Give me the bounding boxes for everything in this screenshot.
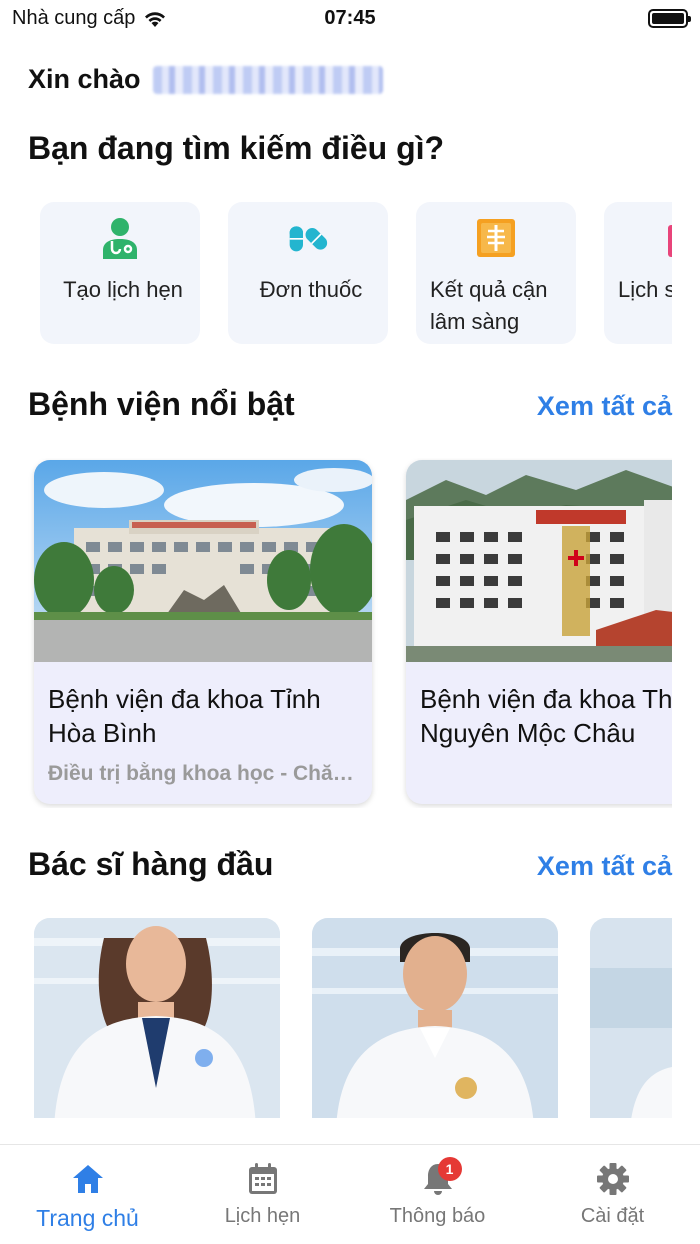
history-icon bbox=[664, 216, 672, 260]
hospital-name-line: Bệnh viện đa khoa Thảo bbox=[420, 684, 672, 714]
home-icon bbox=[0, 1159, 175, 1199]
hospitals-see-all-link[interactable]: Xem tất cả bbox=[537, 391, 672, 422]
xray-icon bbox=[476, 216, 516, 260]
quick-action-label: Tạo lịch hẹn bbox=[63, 277, 183, 302]
quick-action-prescription[interactable]: Đơn thuốc bbox=[228, 202, 388, 344]
notification-badge: 1 bbox=[437, 1157, 462, 1181]
bell-icon: 1 bbox=[350, 1157, 525, 1199]
hospital-photo bbox=[406, 460, 672, 662]
doctor-card[interactable] bbox=[590, 918, 672, 1118]
greeting: Xin chào bbox=[28, 64, 383, 95]
quick-action-history[interactable]: Lịch sử khám bbox=[604, 202, 672, 344]
tab-label: Cài đặt bbox=[580, 1205, 645, 1227]
tab-notifications[interactable]: 1 Thông báo bbox=[350, 1157, 525, 1228]
tab-home[interactable]: Trang chủ bbox=[0, 1159, 175, 1232]
gear-icon bbox=[525, 1159, 700, 1199]
doctor-carousel bbox=[0, 916, 672, 1118]
tab-label: Trang chủ bbox=[36, 1205, 139, 1231]
search-section-title: Bạn đang tìm kiếm điều gì? bbox=[28, 130, 445, 166]
hospital-card[interactable]: Bệnh viện đa khoa Tỉnh Hòa Bình Điều trị… bbox=[34, 460, 372, 804]
doctor-card[interactable] bbox=[34, 918, 280, 1118]
tab-appointments[interactable]: Lịch hẹn bbox=[175, 1159, 350, 1228]
quick-action-label: Đơn thuốc bbox=[259, 277, 363, 302]
tab-label: Lịch hẹn bbox=[224, 1205, 301, 1227]
user-name-redacted bbox=[152, 65, 383, 94]
pill-icon bbox=[288, 216, 328, 260]
hospital-card[interactable]: Bệnh viện đa khoa Thảo Nguyên Mộc Châu bbox=[406, 460, 672, 804]
hospital-name: Bệnh viện đa khoa Tỉnh Hòa Bình bbox=[48, 682, 362, 750]
doctor-icon bbox=[100, 216, 140, 260]
doctors-see-all-link[interactable]: Xem tất cả bbox=[537, 851, 672, 882]
hospitals-section-title: Bệnh viện nổi bật bbox=[28, 386, 295, 422]
doctor-photo bbox=[34, 918, 280, 1118]
doctor-photo bbox=[590, 918, 672, 1118]
clock: 07:45 bbox=[324, 7, 376, 29]
calendar-icon bbox=[175, 1159, 350, 1199]
doctor-photo bbox=[312, 918, 558, 1118]
hospital-carousel: Bệnh viện đa khoa Tỉnh Hòa Bình Điều trị… bbox=[0, 458, 672, 808]
battery-icon bbox=[648, 9, 691, 28]
quick-action-label: Lịch sử khám bbox=[618, 277, 672, 302]
quick-actions: Tạo lịch hẹn Đơn thuốc Kết quả cận lâm s… bbox=[0, 202, 672, 346]
doctors-section-title: Bác sĩ hàng đầu bbox=[28, 846, 274, 882]
hospital-name-line: Nguyên Mộc Châu bbox=[420, 718, 636, 748]
hospital-name-line: Bệnh viện đa khoa Tỉnh bbox=[48, 684, 321, 714]
status-bar: Nhà cung cấp 07:45 bbox=[0, 0, 700, 40]
doctor-card[interactable] bbox=[312, 918, 558, 1118]
hospital-description: Điều trị bằng khoa học - Chăm sóc bằng y… bbox=[48, 762, 360, 785]
quick-action-lab-results[interactable]: Kết quả cận lâm sàng bbox=[416, 202, 576, 344]
hospital-name-line: Hòa Bình bbox=[48, 718, 157, 748]
bottom-tab-bar: Trang chủ Lịch hẹn 1 Thông báo Cài đặt bbox=[0, 1144, 700, 1244]
tab-settings[interactable]: Cài đặt bbox=[525, 1159, 700, 1228]
hospital-photo bbox=[34, 460, 372, 662]
greeting-label: Xin chào bbox=[28, 64, 141, 94]
quick-action-label: Kết quả cận lâm sàng bbox=[430, 277, 548, 334]
quick-action-appointment[interactable]: Tạo lịch hẹn bbox=[40, 202, 200, 344]
hospital-name: Bệnh viện đa khoa Thảo Nguyên Mộc Châu bbox=[420, 682, 672, 750]
tab-label: Thông báo bbox=[389, 1205, 486, 1227]
